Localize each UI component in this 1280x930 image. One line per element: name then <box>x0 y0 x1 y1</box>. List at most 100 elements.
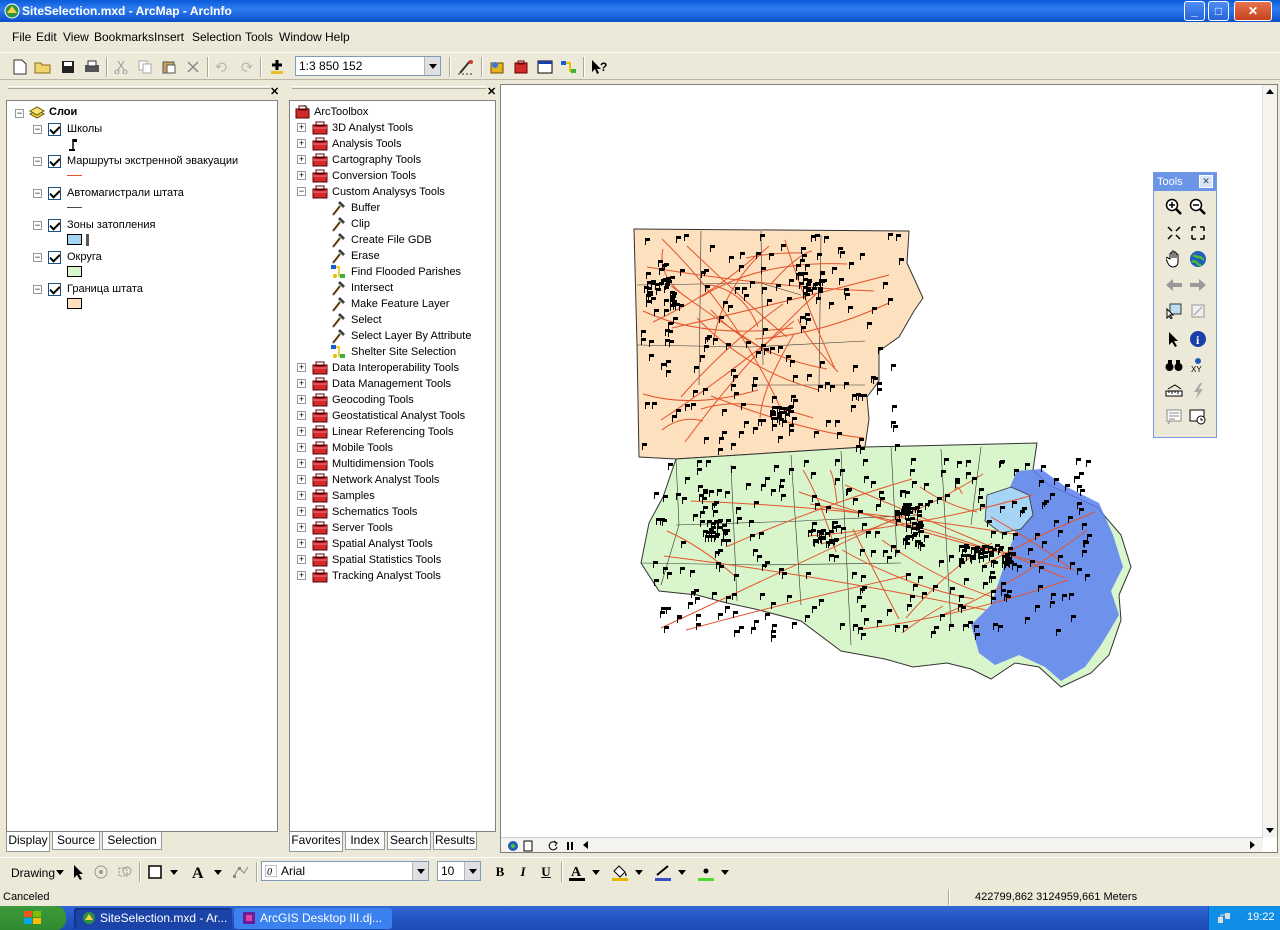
tab-selection[interactable]: Selection <box>102 832 162 850</box>
maximize-button[interactable]: □ <box>1208 1 1229 21</box>
layer-collapse-toggle[interactable]: − <box>33 189 42 198</box>
toolbox-item[interactable]: Tracking Analyst Tools <box>332 568 441 584</box>
fixed-zoom-in-icon[interactable] <box>1164 223 1184 243</box>
refresh-icon[interactable] <box>547 840 559 852</box>
tool-item[interactable]: Erase <box>351 248 380 264</box>
rotate-icon[interactable] <box>90 861 112 883</box>
line-color-dropdown-arrow[interactable] <box>678 870 686 875</box>
go-back-icon[interactable] <box>1164 275 1184 295</box>
find-binoculars-icon[interactable] <box>1164 355 1184 375</box>
font-size-combobox[interactable]: 10 <box>437 861 481 881</box>
html-popup-icon[interactable] <box>1164 407 1184 427</box>
toolbox-expand-toggle[interactable]: + <box>297 475 306 484</box>
line-color-icon[interactable] <box>652 861 674 883</box>
whats-this-help-icon[interactable]: ? <box>588 56 610 78</box>
layer-collapse-toggle[interactable]: − <box>33 125 42 134</box>
font-dropdown-arrow[interactable] <box>412 862 428 880</box>
select-features-icon[interactable] <box>1164 301 1184 321</box>
layer-name[interactable]: Школы <box>67 121 102 137</box>
toolbox-item[interactable]: Spatial Analyst Tools <box>332 536 433 552</box>
command-line-icon[interactable] <box>534 56 556 78</box>
toolbox-expand-toggle[interactable]: + <box>297 523 306 532</box>
layer-name[interactable]: Граница штата <box>67 281 143 297</box>
toc-grip[interactable] <box>8 86 270 89</box>
toolbox-item[interactable]: Linear Referencing Tools <box>332 424 453 440</box>
undo-icon[interactable] <box>211 56 233 78</box>
toolbox-item[interactable]: Cartography Tools <box>332 152 421 168</box>
pan-hand-icon[interactable] <box>1164 249 1184 269</box>
layer-name[interactable]: Зоны затопления <box>67 217 155 233</box>
menu-bookmarks[interactable]: Bookmarks <box>94 30 154 44</box>
toolbox-expand-toggle[interactable]: + <box>297 571 306 580</box>
layer-collapse-toggle[interactable]: − <box>33 157 42 166</box>
scroll-left-arrow[interactable] <box>583 841 588 849</box>
print-icon[interactable] <box>81 56 103 78</box>
layer-visibility-checkbox[interactable] <box>48 155 61 168</box>
toolbox-item[interactable]: Mobile Tools <box>332 440 393 456</box>
menu-tools[interactable]: Tools <box>245 30 273 44</box>
tab-index[interactable]: Index <box>345 832 385 850</box>
toolbox-expand-toggle[interactable]: + <box>297 539 306 548</box>
menu-view[interactable]: View <box>63 30 89 44</box>
copy-icon[interactable] <box>134 56 156 78</box>
layer-visibility-checkbox[interactable] <box>48 219 61 232</box>
arctoolbox-icon[interactable] <box>510 56 532 78</box>
tool-item[interactable]: Buffer <box>351 200 380 216</box>
layer-symbol[interactable] <box>67 298 82 309</box>
louisiana-map[interactable] <box>501 85 1263 837</box>
hyperlink-lightning-icon[interactable] <box>1188 381 1208 401</box>
toolbox-expand-toggle[interactable]: + <box>297 507 306 516</box>
editor-toolbar-icon[interactable] <box>455 56 477 78</box>
layers-root-label[interactable]: Слои <box>49 104 77 120</box>
font-color-dropdown-arrow[interactable] <box>592 870 600 875</box>
underline-button[interactable]: U <box>535 861 557 883</box>
toolbox-item[interactable]: Data Management Tools <box>332 376 451 392</box>
toolbox-expand-toggle[interactable]: + <box>297 459 306 468</box>
marker-color-icon[interactable] <box>695 861 717 883</box>
layer-visibility-checkbox[interactable] <box>48 283 61 296</box>
toolbox-item[interactable]: Geostatistical Analyst Tools <box>332 408 465 424</box>
fill-color-dropdown-arrow[interactable] <box>635 870 643 875</box>
toolbox-item[interactable]: 3D Analyst Tools <box>332 120 413 136</box>
select-elements-arrow-icon[interactable] <box>1164 329 1184 349</box>
cut-icon[interactable] <box>110 56 132 78</box>
menu-window[interactable]: Window <box>279 30 322 44</box>
toolbox-expand-toggle[interactable]: + <box>297 363 306 372</box>
start-button[interactable] <box>0 906 66 930</box>
layer-symbol[interactable] <box>67 207 82 208</box>
scale-dropdown-arrow[interactable] <box>424 57 440 75</box>
zoom-to-selected-elements-icon[interactable] <box>114 861 136 883</box>
toc-close-icon[interactable]: ✕ <box>270 85 279 98</box>
toolbox-close-icon[interactable]: ✕ <box>487 85 496 98</box>
toolbox-item[interactable]: Samples <box>332 488 375 504</box>
add-data-icon[interactable] <box>266 56 288 78</box>
clear-selection-icon[interactable] <box>1188 301 1208 321</box>
toolbox-expand-toggle[interactable]: + <box>297 123 306 132</box>
toolbox-grip[interactable] <box>292 86 486 89</box>
text-dropdown-arrow[interactable] <box>214 870 222 875</box>
toolbox-item[interactable]: Multidimension Tools <box>332 456 434 472</box>
collapse-toggle[interactable]: − <box>15 109 24 118</box>
toolbox-expand-toggle[interactable]: + <box>297 395 306 404</box>
toolbox-item[interactable]: Analysis Tools <box>332 136 402 152</box>
toolbox-item[interactable]: Geocoding Tools <box>332 392 414 408</box>
drawing-menu[interactable]: Drawing <box>11 866 55 880</box>
new-document-icon[interactable] <box>9 56 31 78</box>
layer-collapse-toggle[interactable]: − <box>33 221 42 230</box>
layout-view-icon[interactable] <box>523 840 533 852</box>
toolbox-expand-toggle[interactable]: − <box>297 187 306 196</box>
scroll-down-arrow[interactable] <box>1266 828 1274 833</box>
tab-results[interactable]: Results <box>433 832 477 850</box>
toolbox-item[interactable]: Schematics Tools <box>332 504 417 520</box>
save-icon[interactable] <box>57 56 79 78</box>
toolbox-expand-toggle[interactable]: + <box>297 379 306 388</box>
layer-symbol[interactable] <box>67 234 82 245</box>
toolbox-expand-toggle[interactable]: + <box>297 555 306 564</box>
taskbar-task-arcmap[interactable]: SiteSelection.mxd - Ar... <box>74 908 232 929</box>
tool-item[interactable]: Intersect <box>351 280 393 296</box>
tab-favorites[interactable]: Favorites <box>289 832 343 852</box>
toolbox-item[interactable]: Custom Analysys Tools <box>332 184 445 200</box>
text-tool-icon[interactable]: A <box>188 861 210 883</box>
map-scale-combobox[interactable]: 1:3 850 152 <box>295 56 441 76</box>
layer-symbol[interactable] <box>67 266 82 277</box>
